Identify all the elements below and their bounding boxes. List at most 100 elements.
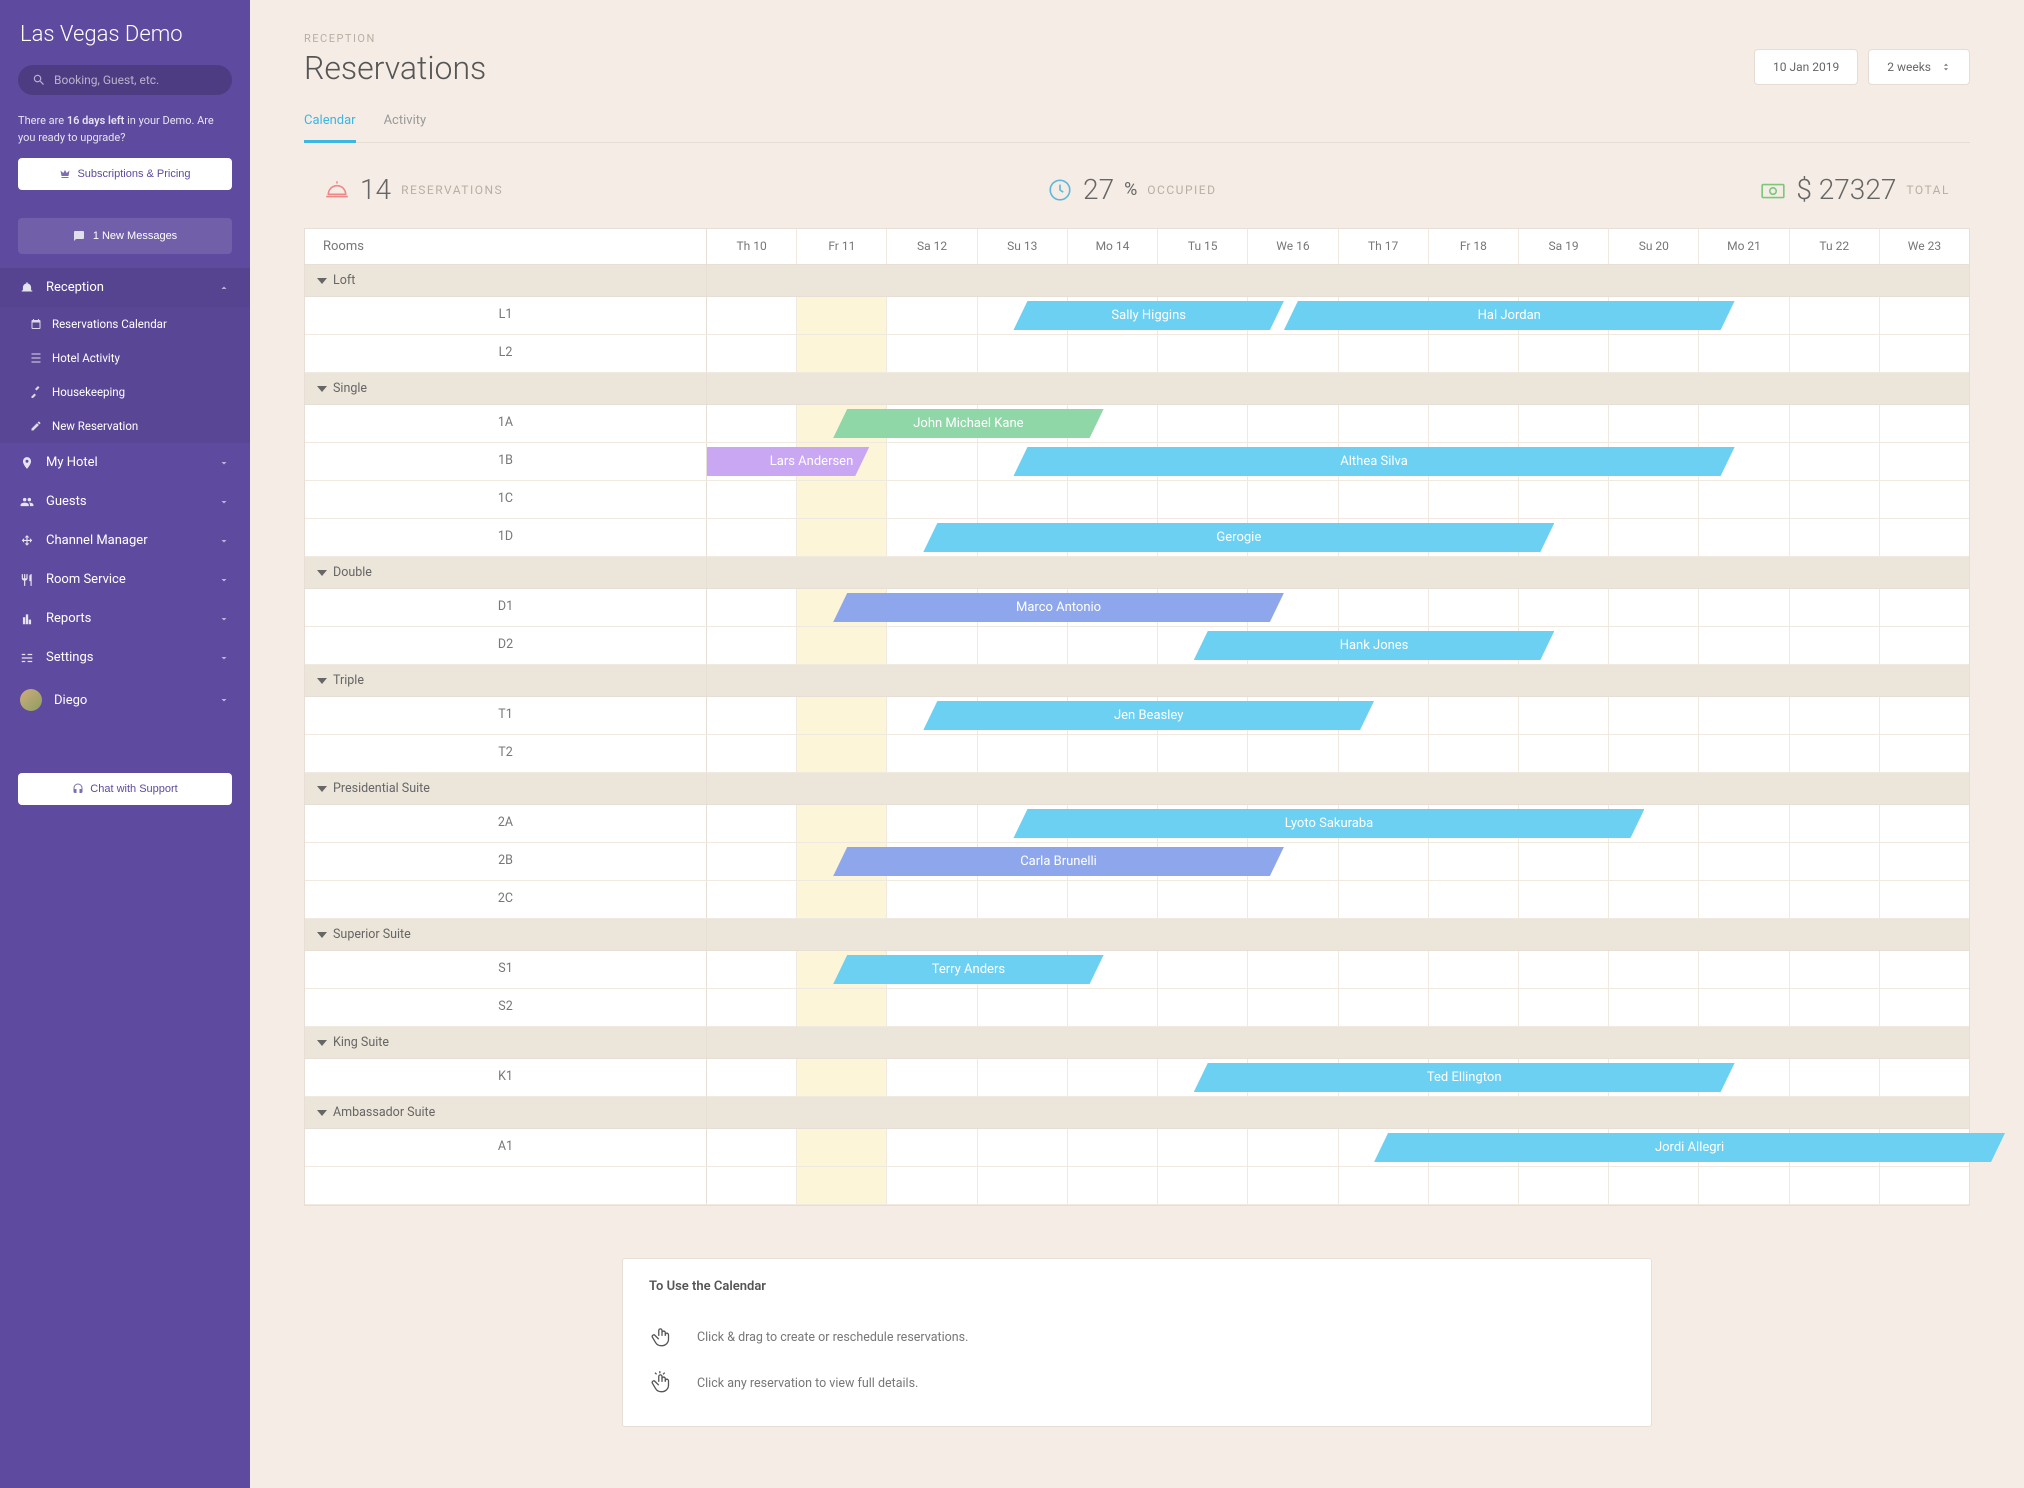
calendar-cell[interactable]	[1790, 297, 1880, 334]
reservation-bar[interactable]: Ted Ellington	[1194, 1063, 1735, 1092]
calendar-cell[interactable]	[797, 881, 887, 918]
room-group-header[interactable]: Superior Suite	[305, 919, 1969, 951]
calendar-cell[interactable]	[1158, 481, 1248, 518]
calendar-cell[interactable]	[1339, 335, 1429, 372]
calendar-cell[interactable]	[1339, 1167, 1429, 1204]
calendar-cell[interactable]	[978, 881, 1068, 918]
calendar-cell[interactable]	[797, 519, 887, 556]
calendar-cell[interactable]	[1339, 481, 1429, 518]
calendar-cell[interactable]	[1880, 1059, 1969, 1096]
calendar-cell[interactable]	[1429, 951, 1519, 988]
room-group-header[interactable]: Presidential Suite	[305, 773, 1969, 805]
calendar-cell[interactable]	[1519, 1167, 1609, 1204]
calendar-cell[interactable]	[1880, 951, 1969, 988]
calendar-cell[interactable]	[707, 989, 797, 1026]
calendar-cell[interactable]	[1429, 735, 1519, 772]
calendar-cell[interactable]	[707, 697, 797, 734]
calendar-cell[interactable]	[1790, 1059, 1880, 1096]
reservation-bar[interactable]: Lars Andersen	[707, 447, 869, 476]
calendar-cell[interactable]	[978, 1059, 1068, 1096]
calendar-cell[interactable]	[707, 881, 797, 918]
calendar-cell[interactable]	[1609, 1167, 1699, 1204]
calendar-cell[interactable]	[797, 1059, 887, 1096]
calendar-cell[interactable]	[1068, 481, 1158, 518]
calendar-cell[interactable]	[1609, 951, 1699, 988]
calendar-cell[interactable]	[978, 481, 1068, 518]
nav-settings[interactable]: Settings	[0, 638, 250, 677]
calendar-cell[interactable]	[1790, 843, 1880, 880]
calendar-cell[interactable]	[1880, 805, 1969, 842]
calendar-cell[interactable]	[1339, 951, 1429, 988]
calendar-cell[interactable]	[1609, 735, 1699, 772]
calendar-cell[interactable]	[707, 481, 797, 518]
calendar-cell[interactable]	[1880, 843, 1969, 880]
calendar-cell[interactable]	[707, 627, 797, 664]
calendar-cell[interactable]	[1699, 405, 1789, 442]
calendar-cell[interactable]	[797, 697, 887, 734]
room-group-header[interactable]: Loft	[305, 265, 1969, 297]
room-group-header[interactable]: Ambassador Suite	[305, 1097, 1969, 1129]
calendar-cell[interactable]	[1609, 481, 1699, 518]
calendar-cell[interactable]	[1880, 881, 1969, 918]
calendar-cell[interactable]	[1609, 589, 1699, 626]
calendar-cell[interactable]	[887, 1167, 977, 1204]
calendar-cell[interactable]	[1609, 627, 1699, 664]
calendar-cell[interactable]	[1699, 1167, 1789, 1204]
calendar-cell[interactable]	[978, 335, 1068, 372]
calendar-cell[interactable]	[707, 335, 797, 372]
reservation-bar[interactable]: Marco Antonio	[833, 593, 1284, 622]
calendar-cell[interactable]	[1790, 589, 1880, 626]
calendar-cell[interactable]	[887, 335, 977, 372]
messages-button[interactable]: 1 New Messages	[18, 218, 232, 254]
tab-activity[interactable]: Activity	[384, 105, 427, 142]
calendar-cell[interactable]	[978, 989, 1068, 1026]
calendar-cell[interactable]	[1609, 405, 1699, 442]
sub-new-reservation[interactable]: New Reservation	[0, 409, 250, 443]
reservation-bar[interactable]: Lyoto Sakuraba	[1013, 809, 1644, 838]
calendar-cell[interactable]	[887, 1059, 977, 1096]
calendar-cell[interactable]	[1248, 951, 1338, 988]
calendar-cell[interactable]	[1158, 951, 1248, 988]
calendar-cell[interactable]	[1699, 481, 1789, 518]
calendar-cell[interactable]	[797, 1167, 887, 1204]
calendar-cell[interactable]	[1248, 1129, 1338, 1166]
calendar-cell[interactable]	[1880, 335, 1969, 372]
calendar-cell[interactable]	[1790, 989, 1880, 1026]
room-group-header[interactable]: Single	[305, 373, 1969, 405]
calendar-cell[interactable]	[1158, 989, 1248, 1026]
reservation-bar[interactable]: Jordi Allegri	[1374, 1133, 2005, 1162]
calendar-cell[interactable]	[1519, 481, 1609, 518]
calendar-cell[interactable]	[1429, 405, 1519, 442]
nav-my-hotel[interactable]: My Hotel	[0, 443, 250, 482]
calendar-cell[interactable]	[1790, 481, 1880, 518]
calendar-cell[interactable]	[1790, 805, 1880, 842]
calendar-cell[interactable]	[1429, 335, 1519, 372]
reservation-bar[interactable]: Jen Beasley	[923, 701, 1374, 730]
calendar-cell[interactable]	[1339, 405, 1429, 442]
calendar-cell[interactable]	[1068, 989, 1158, 1026]
calendar-cell[interactable]	[1339, 843, 1429, 880]
calendar-cell[interactable]	[1248, 1167, 1338, 1204]
calendar-cell[interactable]	[1790, 951, 1880, 988]
nav-guests[interactable]: Guests	[0, 482, 250, 521]
calendar-cell[interactable]	[1699, 627, 1789, 664]
calendar-cell[interactable]	[1248, 989, 1338, 1026]
calendar-cell[interactable]	[797, 735, 887, 772]
calendar-cell[interactable]	[1519, 697, 1609, 734]
calendar-cell[interactable]	[1699, 951, 1789, 988]
calendar-cell[interactable]	[1790, 519, 1880, 556]
calendar-cell[interactable]	[1068, 1059, 1158, 1096]
calendar-cell[interactable]	[1429, 843, 1519, 880]
reservation-bar[interactable]: Carla Brunelli	[833, 847, 1284, 876]
calendar-cell[interactable]	[797, 335, 887, 372]
calendar-cell[interactable]	[1248, 735, 1338, 772]
calendar-cell[interactable]	[707, 1129, 797, 1166]
calendar-cell[interactable]	[887, 627, 977, 664]
calendar-cell[interactable]	[1339, 989, 1429, 1026]
calendar-cell[interactable]	[1880, 481, 1969, 518]
calendar-cell[interactable]	[1519, 989, 1609, 1026]
calendar-cell[interactable]	[978, 1129, 1068, 1166]
calendar-cell[interactable]	[1248, 405, 1338, 442]
reservation-bar[interactable]: Hank Jones	[1194, 631, 1555, 660]
calendar-cell[interactable]	[707, 951, 797, 988]
